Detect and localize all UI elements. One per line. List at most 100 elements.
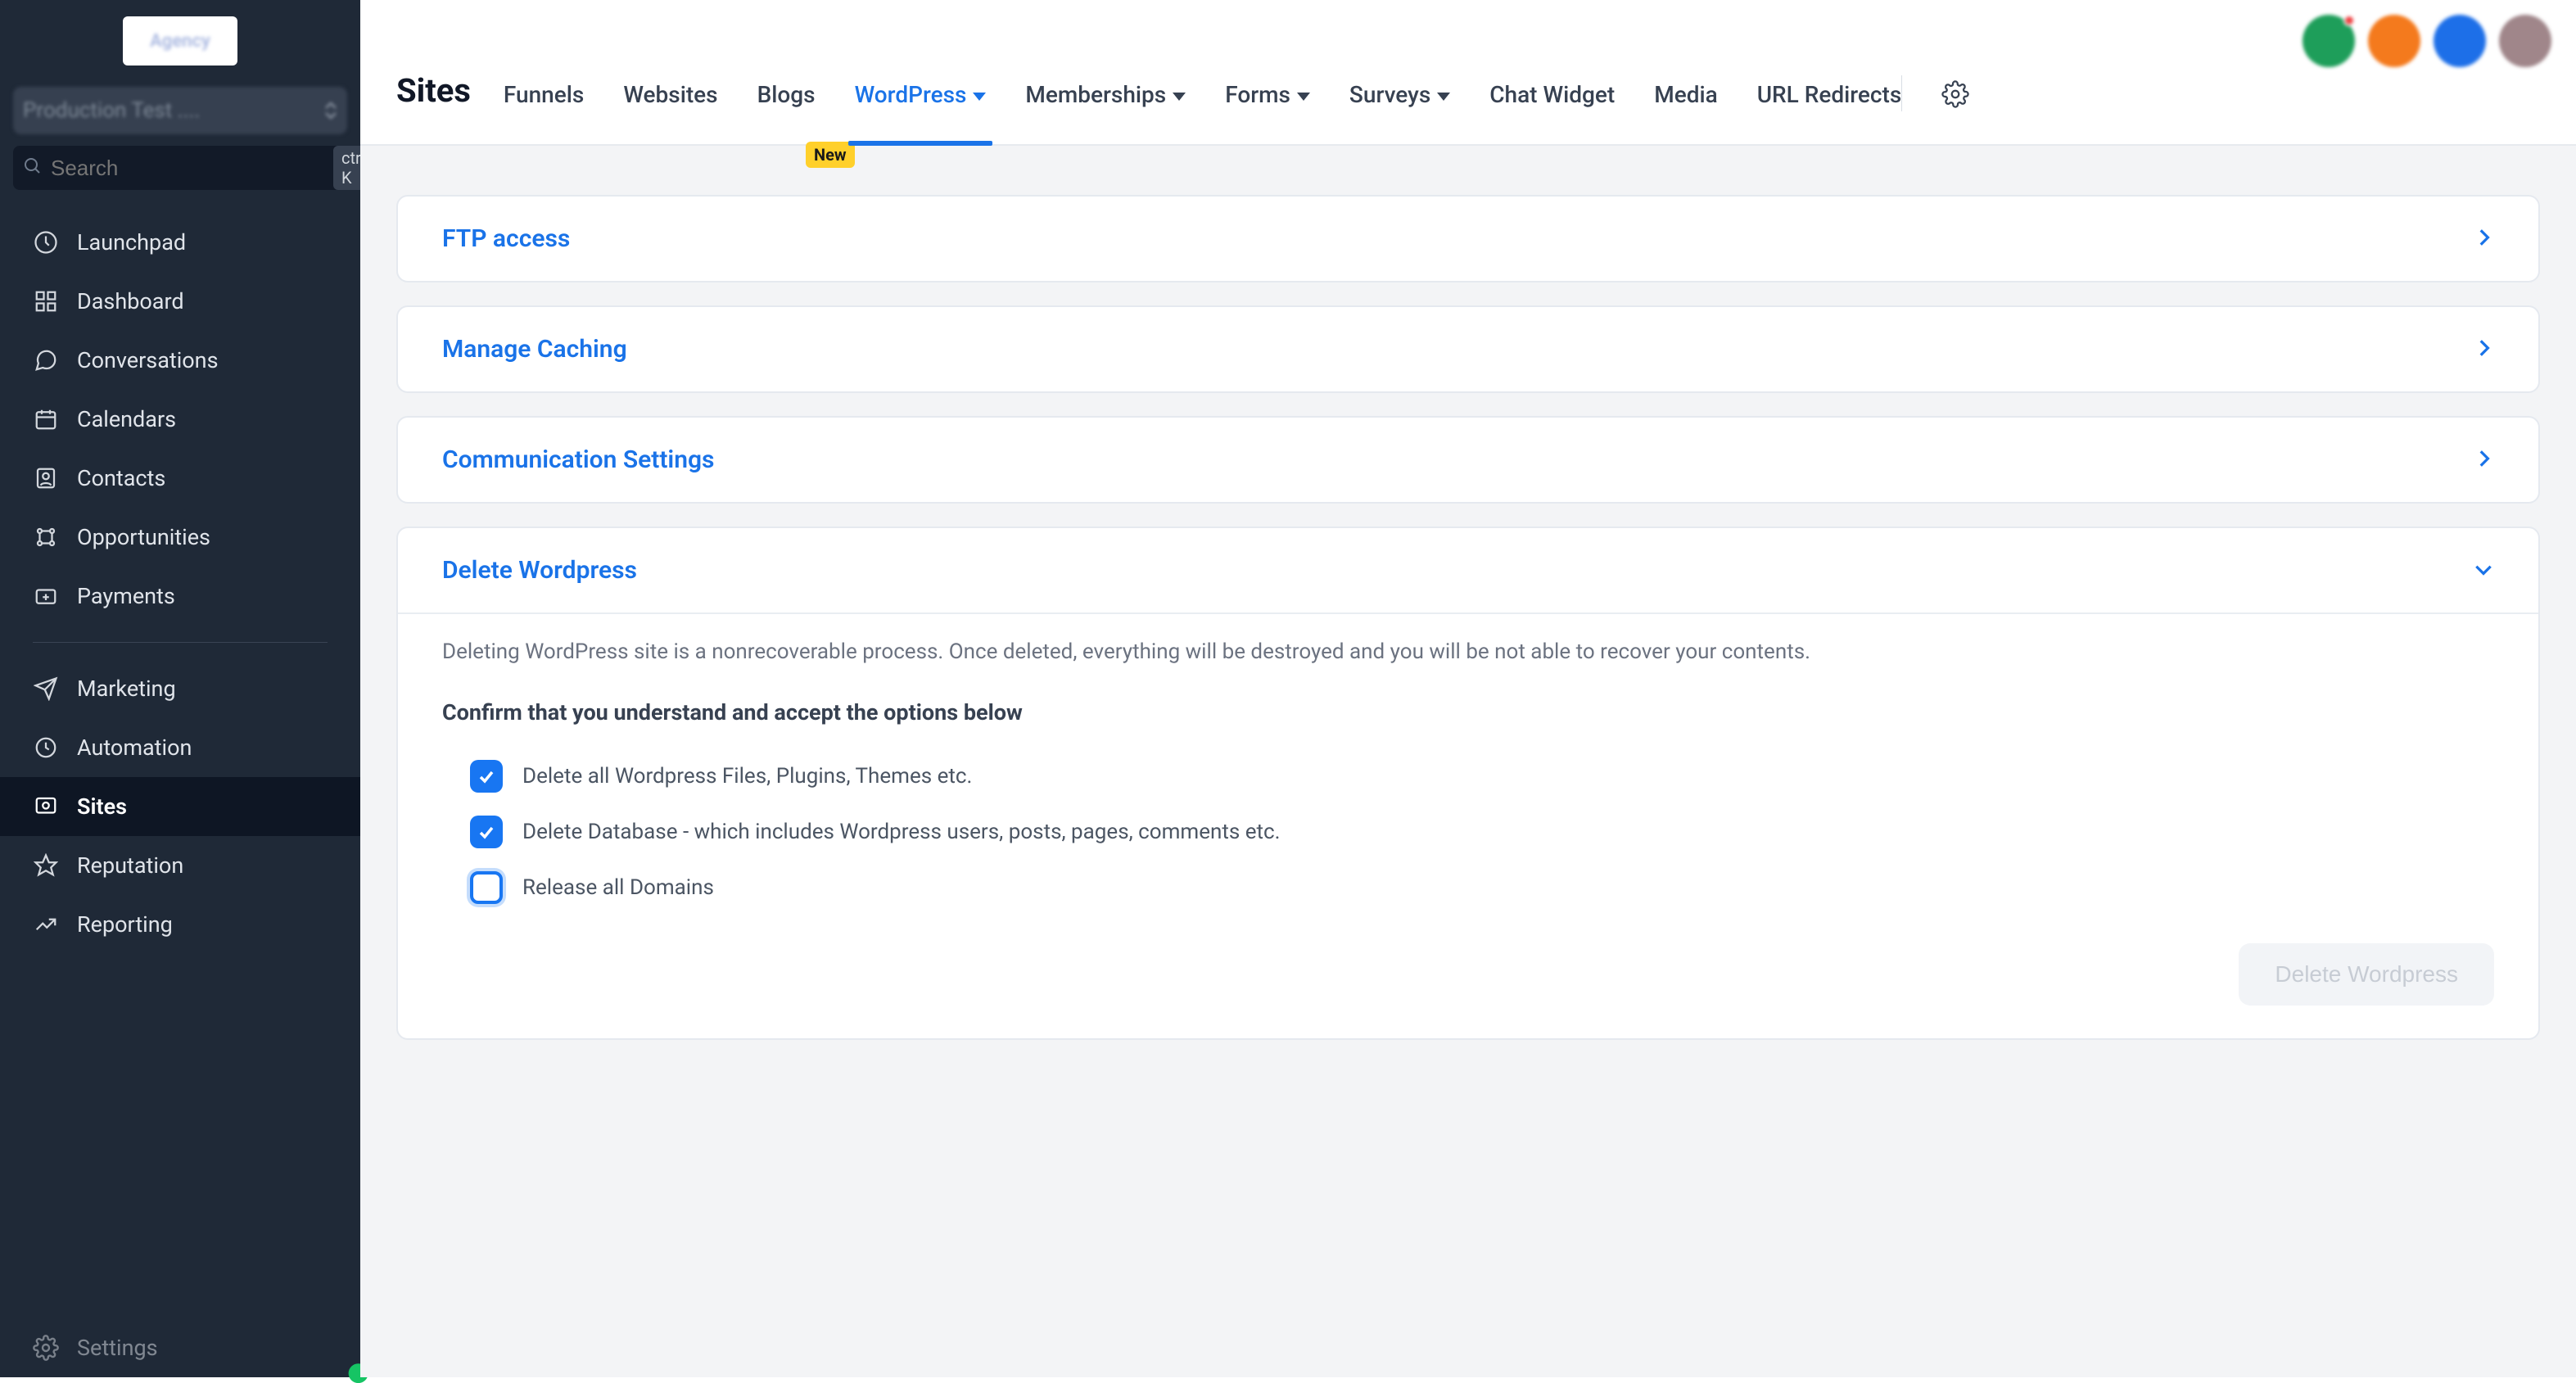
chevron-down-icon (1437, 93, 1450, 101)
tab-blogs[interactable]: BlogsNew (757, 81, 816, 144)
tab-label: Websites (623, 81, 717, 108)
panel-comm: Communication Settings (396, 416, 2540, 504)
delete-warning: Deleting WordPress site is a nonrecovera… (442, 635, 2494, 670)
delete-wordpress-button[interactable]: Delete Wordpress (2239, 943, 2494, 1006)
panel-header-comm[interactable]: Communication Settings (398, 418, 2538, 502)
sidebar-item-label: Contacts (77, 465, 165, 491)
settings-button[interactable] (1941, 80, 1969, 144)
gear-icon (33, 1335, 59, 1361)
launchpad-icon (33, 229, 59, 255)
panel-title: Manage Caching (442, 335, 627, 364)
tab-chat-widget[interactable]: Chat Widget (1489, 81, 1615, 144)
sidebar-item-label: Conversations (77, 347, 219, 373)
account-switcher[interactable]: Production Test .... (13, 87, 347, 134)
sidebar-item-contacts[interactable]: Contacts (0, 449, 360, 508)
nav-bottom: Settings (0, 1308, 360, 1377)
panel-title: Communication Settings (442, 445, 714, 474)
sidebar-item-marketing[interactable]: Marketing (0, 659, 360, 718)
sidebar-item-label: Automation (77, 734, 192, 761)
nav-divider (33, 642, 328, 643)
sidebar-item-label: Settings (77, 1335, 158, 1361)
dashboard-icon (33, 288, 59, 314)
tab-label: WordPress (855, 81, 967, 108)
sites-icon (33, 793, 59, 820)
panel-delete: Delete Wordpress Deleting WordPress site… (396, 527, 2540, 1040)
search-box[interactable]: ctrl K (13, 146, 383, 190)
checkbox-files[interactable] (470, 760, 503, 793)
tab-label: Funnels (504, 81, 584, 108)
sidebar-item-launchpad[interactable]: Launchpad (0, 213, 360, 272)
tab-label: Media (1654, 81, 1718, 108)
confirm-title: Confirm that you understand and accept t… (442, 699, 2494, 725)
tab-separator (1901, 75, 1902, 111)
page-title: Sites (396, 71, 471, 144)
panel-header-delete[interactable]: Delete Wordpress (398, 528, 2538, 612)
sidebar-item-opportunities[interactable]: Opportunities (0, 508, 360, 567)
tab-media[interactable]: Media (1654, 81, 1718, 144)
content: FTP access Manage Caching Communication … (360, 146, 2576, 1377)
sidebar-item-label: Launchpad (77, 229, 186, 255)
marketing-icon (33, 676, 59, 702)
sidebar-item-dashboard[interactable]: Dashboard (0, 272, 360, 331)
reputation-icon (33, 852, 59, 879)
updown-icon (324, 102, 337, 120)
tab-label: URL Redirects (1757, 81, 1902, 108)
option-label: Delete all Wordpress Files, Plugins, The… (522, 764, 972, 789)
sidebar-item-conversations[interactable]: Conversations (0, 331, 360, 390)
sidebar-item-payments[interactable]: Payments (0, 567, 360, 626)
tab-url-redirects[interactable]: URL Redirects (1757, 81, 1902, 144)
chevron-down-icon (1297, 93, 1310, 101)
contacts-icon (33, 465, 59, 491)
tab-memberships[interactable]: Memberships (1025, 81, 1186, 144)
sidebar-item-reporting[interactable]: Reporting (0, 895, 360, 954)
sidebar-item-label: Marketing (77, 676, 176, 702)
option-label: Release all Domains (522, 875, 714, 900)
reporting-icon (33, 911, 59, 938)
chevron-down-icon (2473, 558, 2494, 583)
panel-body-delete: Deleting WordPress site is a nonrecovera… (398, 612, 2538, 1038)
sidebar-item-label: Reputation (77, 852, 183, 879)
panel-caching: Manage Caching (396, 305, 2540, 393)
sidebar-item-reputation[interactable]: Reputation (0, 836, 360, 895)
option-domains: Release all Domains (442, 860, 2494, 915)
new-badge: New (806, 142, 855, 168)
panel-title: FTP access (442, 224, 570, 253)
search-input[interactable] (51, 156, 325, 181)
sidebar-item-sites[interactable]: Sites (0, 777, 360, 836)
automation-icon (33, 734, 59, 761)
main: Sites FunnelsWebsitesBlogsNewWordPressMe… (360, 0, 2576, 1377)
sidebar-item-calendars[interactable]: Calendars (0, 390, 360, 449)
sidebar-item-label: Dashboard (77, 288, 184, 314)
nav-secondary: Marketing Automation Sites Reputation Report… (0, 651, 360, 962)
tab-funnels[interactable]: Funnels (504, 81, 584, 144)
conversations-icon (33, 347, 59, 373)
checkbox-domains[interactable] (470, 871, 503, 904)
sidebar-item-automation[interactable]: Automation (0, 718, 360, 777)
tab-websites[interactable]: Websites (623, 81, 717, 144)
chevron-right-icon (2473, 448, 2494, 472)
logo-text: Agency (150, 31, 210, 52)
panel-header-ftp[interactable]: FTP access (398, 197, 2538, 281)
sidebar-item-settings[interactable]: Settings (0, 1318, 360, 1377)
account-label: Production Test .... (23, 98, 200, 123)
panel-header-caching[interactable]: Manage Caching (398, 307, 2538, 391)
panel-ftp: FTP access (396, 195, 2540, 282)
payments-icon (33, 583, 59, 609)
tab-label: Forms (1225, 81, 1290, 108)
checkbox-db[interactable] (470, 816, 503, 848)
tab-wordpress[interactable]: WordPress (855, 81, 987, 144)
search-icon (23, 156, 43, 179)
option-files: Delete all Wordpress Files, Plugins, The… (442, 748, 2494, 804)
chevron-right-icon (2473, 227, 2494, 251)
tab-label: Chat Widget (1489, 81, 1615, 108)
topbar: Sites Funnels Websites BlogsNew WordPress Me… (360, 0, 2576, 146)
sidebar-item-label: Calendars (77, 406, 176, 432)
tab-surveys[interactable]: Surveys (1349, 81, 1450, 144)
tab-label: Blogs (757, 81, 816, 108)
chevron-right-icon (2473, 337, 2494, 362)
delete-options: Delete all Wordpress Files, Plugins, The… (442, 748, 2494, 915)
tabs: Funnels Websites BlogsNew WordPress Membersh… (504, 0, 1901, 144)
tab-forms[interactable]: Forms (1225, 81, 1310, 144)
sidebar-item-label: Reporting (77, 911, 173, 938)
option-db: Delete Database - which includes Wordpre… (442, 804, 2494, 860)
